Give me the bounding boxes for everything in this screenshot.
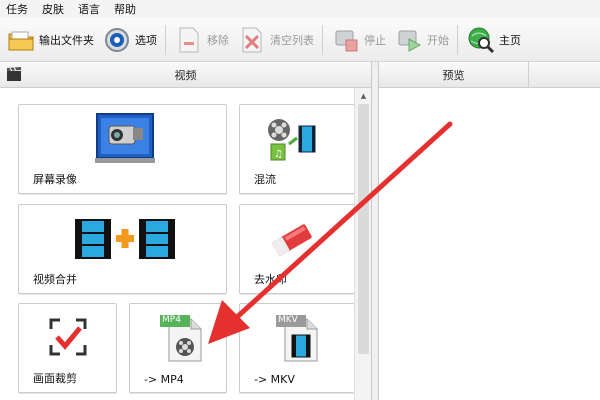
options-label: 选项 (135, 33, 157, 47)
svg-text:♫: ♫ (274, 149, 283, 160)
preview-panel: 预览 (378, 62, 600, 400)
home-label: 主页 (499, 33, 521, 47)
globe-search-icon (466, 25, 496, 55)
start-label: 开始 (427, 33, 449, 47)
to-mkv-label: -> MKV (254, 373, 295, 386)
menu-language[interactable]: 语言 (78, 1, 100, 17)
menu-help[interactable]: 帮助 (114, 1, 136, 17)
mix-icon: ♫ (264, 115, 320, 165)
output-folder-label: 输出文件夹 (39, 33, 94, 47)
toolbar: 输出文件夹 选项 移除 清空列表 停止 开始 主页 (0, 18, 600, 62)
clear-list-label: 清空列表 (270, 33, 314, 47)
clear-list-button[interactable]: 清空列表 (237, 23, 314, 57)
menu-skin[interactable]: 皮肤 (42, 1, 64, 17)
mkv-badge: MKV (278, 315, 298, 325)
screen-record-label: 屏幕录像 (33, 173, 77, 186)
toolbar-separator (457, 24, 458, 55)
preview-header: 预览 (379, 62, 600, 88)
clapperboard-icon (6, 66, 24, 84)
mix-label: 混流 (254, 173, 276, 186)
crop-label: 画面裁剪 (33, 372, 77, 385)
tile-to-mkv[interactable]: MKV -> MKV (239, 303, 355, 393)
video-panel-title: 视频 (174, 68, 197, 82)
toolbar-separator (165, 24, 166, 55)
toolbar-separator (322, 24, 323, 55)
stop-label: 停止 (364, 33, 386, 47)
preview-column-header[interactable]: 预览 (379, 62, 529, 87)
tile-screen-record[interactable]: 屏幕录像 (18, 104, 227, 194)
remove-label: 移除 (207, 33, 229, 47)
tile-mix[interactable]: ♫ 混流 (239, 104, 355, 194)
crop-check-icon (47, 316, 89, 358)
tile-crop[interactable]: 画面裁剪 (18, 303, 117, 393)
home-button[interactable]: 主页 (466, 23, 521, 57)
remove-file-icon (174, 25, 204, 55)
tile-watermark-remove[interactable]: 去水印 (239, 204, 355, 294)
mkv-file-icon: MKV (274, 312, 322, 364)
tile-video-merge[interactable]: 视频合并 (18, 204, 227, 294)
scroll-up-icon[interactable]: ▲ (355, 88, 372, 104)
clear-list-icon (237, 25, 267, 55)
stop-icon (331, 25, 361, 55)
options-button[interactable]: 选项 (102, 23, 157, 57)
video-panel-header: 视频 (0, 62, 371, 88)
folder-icon (6, 25, 36, 55)
remove-button[interactable]: 移除 (174, 23, 229, 57)
scroll-thumb[interactable] (358, 104, 369, 354)
eraser-icon (264, 217, 320, 263)
watermark-label: 去水印 (254, 273, 287, 286)
video-merge-label: 视频合并 (33, 273, 77, 286)
menu-bar: 任务 皮肤 语言 帮助 (0, 0, 600, 18)
output-folder-button[interactable]: 输出文件夹 (6, 23, 94, 57)
menu-task[interactable]: 任务 (6, 1, 28, 17)
start-button[interactable]: 开始 (394, 23, 449, 57)
gear-icon (102, 25, 132, 55)
video-panel-scrollbar[interactable]: ▲ (354, 88, 371, 400)
screen-record-icon (95, 111, 155, 165)
video-merge-icon (73, 213, 179, 265)
to-mp4-label: -> MP4 (144, 373, 184, 386)
tile-to-mp4[interactable]: MP4 -> MP4 (129, 303, 227, 393)
mp4-file-icon: MP4 (158, 312, 206, 364)
video-panel: 视频 屏幕录像 ♫ 混流 视频合并 去水印 画面裁剪 MP4 -> MP4 MK… (0, 62, 372, 400)
stop-button[interactable]: 停止 (331, 23, 386, 57)
start-icon (394, 25, 424, 55)
mp4-badge: MP4 (162, 315, 181, 325)
